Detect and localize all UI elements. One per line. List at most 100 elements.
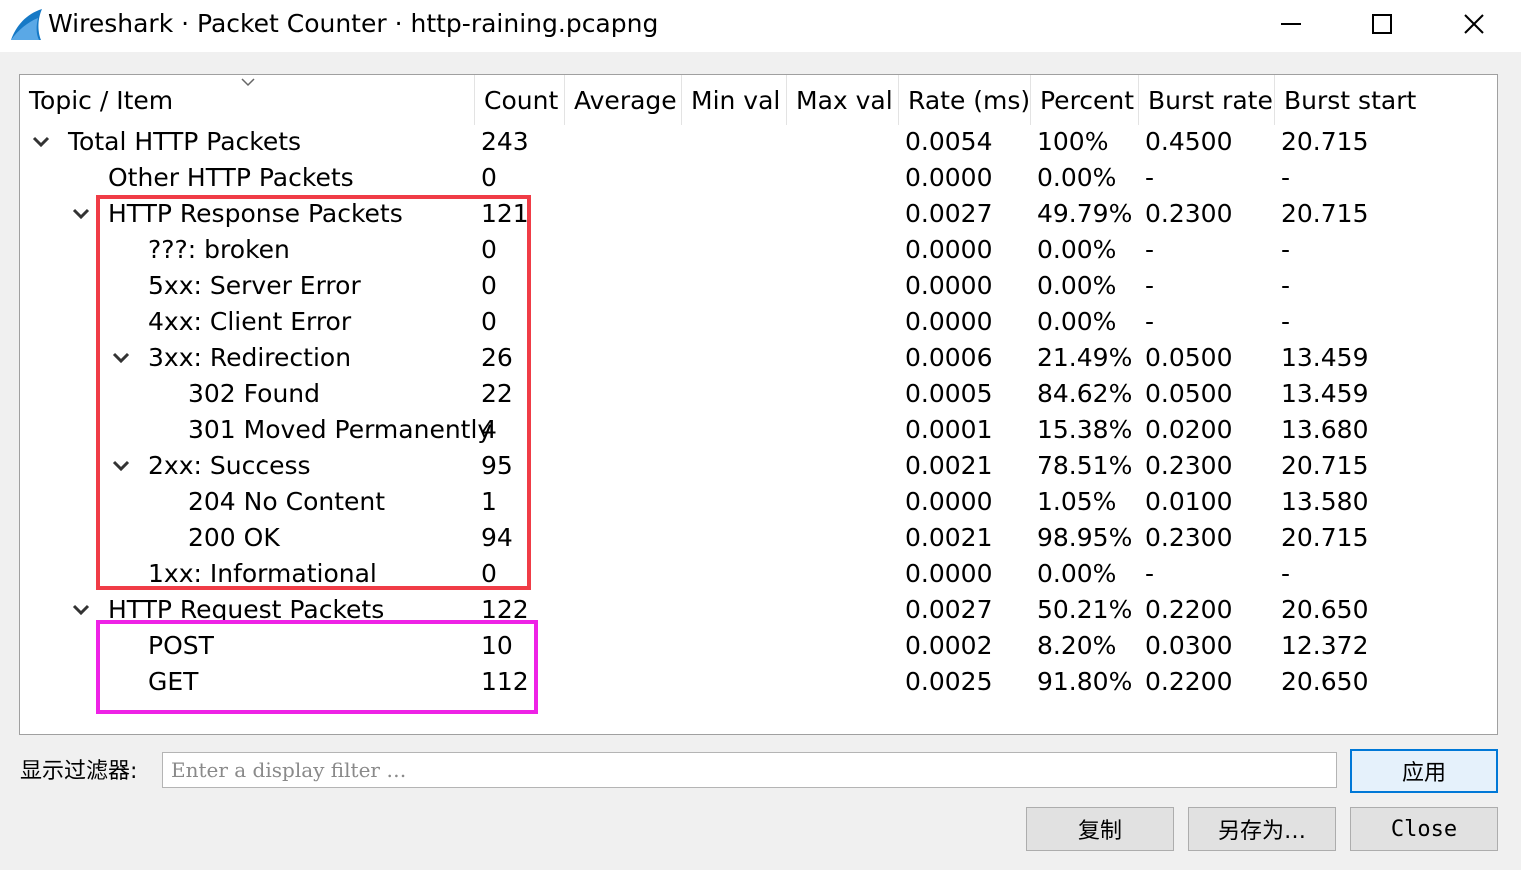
row-count: 0 [481, 307, 497, 336]
row-rate: 0.0021 [905, 451, 993, 480]
row-count: 4 [481, 415, 497, 444]
row-percent: 15.38% [1037, 415, 1133, 444]
row-count: 0 [481, 163, 497, 192]
tree-row[interactable]: 3xx: Redirection 26 0.0006 21.49% 0.0500 13.4… [20, 340, 1497, 376]
row-burst-start: 20.650 [1281, 595, 1369, 624]
row-rate: 0.0025 [905, 667, 993, 696]
row-burst-rate: - [1145, 163, 1155, 192]
tree-row[interactable]: Other HTTP Packets 0 0.0000 0.00% - - [20, 160, 1497, 196]
col-percent[interactable]: Percent [1031, 75, 1139, 125]
tree-row[interactable]: 200 OK 94 0.0021 98.95% 0.2300 20.715 [20, 520, 1497, 556]
minimize-button[interactable] [1245, 0, 1337, 48]
row-count: 0 [481, 271, 497, 300]
row-count: 1 [481, 487, 497, 516]
chevron-down-icon[interactable] [70, 204, 92, 224]
stats-tree-view[interactable]: Topic / Item Count Average Min val Max v… [19, 74, 1498, 735]
row-percent: 50.21% [1037, 595, 1133, 624]
row-label: 1xx: Informational [148, 559, 377, 588]
apply-button[interactable]: 应用 [1350, 749, 1498, 793]
row-burst-rate: 0.2300 [1145, 451, 1233, 480]
col-min-val[interactable]: Min val [682, 75, 787, 125]
row-label: 200 OK [188, 523, 280, 552]
tree-row[interactable]: 301 Moved Permanently 4 0.0001 15.38% 0.0200… [20, 412, 1497, 448]
row-count: 121 [481, 199, 529, 228]
col-count[interactable]: Count [475, 75, 565, 125]
row-burst-rate: - [1145, 271, 1155, 300]
row-burst-start: 20.715 [1281, 199, 1369, 228]
row-burst-rate: 0.2200 [1145, 595, 1233, 624]
row-label: 302 Found [188, 379, 321, 408]
chevron-down-icon[interactable] [110, 456, 132, 476]
row-rate: 0.0006 [905, 343, 993, 372]
save-as-button[interactable]: 另存为… [1188, 807, 1336, 851]
row-rate: 0.0002 [905, 631, 993, 660]
row-percent: 0.00% [1037, 235, 1117, 264]
tree-row[interactable]: POST 10 0.0002 8.20% 0.0300 12.372 [20, 628, 1497, 664]
row-percent: 98.95% [1037, 523, 1133, 552]
row-count: 10 [481, 631, 513, 660]
col-rate[interactable]: Rate (ms) [899, 75, 1031, 125]
row-rate: 0.0000 [905, 163, 993, 192]
row-label: 301 Moved Permanently [188, 415, 493, 444]
row-percent: 1.05% [1037, 487, 1117, 516]
col-average[interactable]: Average [565, 75, 682, 125]
row-label: 5xx: Server Error [148, 271, 361, 300]
row-burst-rate: - [1145, 307, 1155, 336]
close-button[interactable]: Close [1350, 807, 1498, 851]
tree-row[interactable]: 1xx: Informational 0 0.0000 0.00% - - [20, 556, 1497, 592]
tree-row[interactable]: 2xx: Success 95 0.0021 78.51% 0.2300 20.715 [20, 448, 1497, 484]
col-burst-rate[interactable]: Burst rate [1139, 75, 1275, 125]
close-icon [1464, 14, 1484, 34]
row-percent: 0.00% [1037, 307, 1117, 336]
maximize-button[interactable] [1336, 0, 1428, 48]
row-burst-rate: 0.2300 [1145, 199, 1233, 228]
row-label: GET [148, 667, 199, 696]
col-max-val[interactable]: Max val [787, 75, 899, 125]
row-burst-rate: 0.2200 [1145, 667, 1233, 696]
row-label: POST [148, 631, 214, 660]
row-burst-rate: 0.0500 [1145, 343, 1233, 372]
display-filter-field[interactable] [162, 752, 1337, 788]
row-burst-start: 12.372 [1281, 631, 1369, 660]
row-count: 243 [481, 127, 529, 156]
tree-row[interactable]: HTTP Request Packets 122 0.0027 50.21% 0.220… [20, 592, 1497, 628]
tree-row[interactable]: 5xx: Server Error 0 0.0000 0.00% - - [20, 268, 1497, 304]
tree-row[interactable]: ???: broken 0 0.0000 0.00% - - [20, 232, 1497, 268]
copy-button[interactable]: 复制 [1026, 807, 1174, 851]
row-count: 0 [481, 235, 497, 264]
tree-row[interactable]: 302 Found 22 0.0005 84.62% 0.0500 13.459 [20, 376, 1497, 412]
col-burst-start[interactable]: Burst start [1275, 75, 1497, 125]
row-burst-start: 20.650 [1281, 667, 1369, 696]
row-count: 0 [481, 559, 497, 588]
row-percent: 21.49% [1037, 343, 1133, 372]
tree-row[interactable]: HTTP Response Packets 121 0.0027 49.79% 0.23… [20, 196, 1497, 232]
row-burst-start: 20.715 [1281, 127, 1369, 156]
minimize-icon [1281, 23, 1301, 25]
row-burst-rate: 0.0500 [1145, 379, 1233, 408]
maximize-icon [1372, 14, 1392, 34]
chevron-down-icon[interactable] [70, 600, 92, 620]
row-label: 204 No Content [188, 487, 386, 516]
row-burst-start: - [1281, 307, 1291, 336]
row-burst-start: 13.459 [1281, 343, 1369, 372]
close-window-button[interactable] [1428, 0, 1520, 48]
row-label: Other HTTP Packets [108, 163, 354, 192]
tree-row[interactable]: 204 No Content 1 0.0000 1.05% 0.0100 13.580 [20, 484, 1497, 520]
tree-row[interactable]: 4xx: Client Error 0 0.0000 0.00% - - [20, 304, 1497, 340]
row-rate: 0.0000 [905, 271, 993, 300]
display-filter-input[interactable] [163, 753, 1336, 787]
row-percent: 0.00% [1037, 559, 1117, 588]
row-percent: 0.00% [1037, 163, 1117, 192]
chevron-down-icon[interactable] [110, 348, 132, 368]
row-rate: 0.0021 [905, 523, 993, 552]
row-label: 4xx: Client Error [148, 307, 352, 336]
row-percent: 84.62% [1037, 379, 1133, 408]
tree-row[interactable]: Total HTTP Packets 243 0.0054 100% 0.4500 20.… [20, 124, 1497, 160]
row-burst-rate: 0.2300 [1145, 523, 1233, 552]
tree-row[interactable]: GET 112 0.0025 91.80% 0.2200 20.650 [20, 664, 1497, 700]
row-rate: 0.0001 [905, 415, 993, 444]
chevron-down-icon[interactable] [30, 132, 52, 152]
row-percent: 49.79% [1037, 199, 1133, 228]
row-burst-rate: 0.0300 [1145, 631, 1233, 660]
row-burst-rate: - [1145, 559, 1155, 588]
